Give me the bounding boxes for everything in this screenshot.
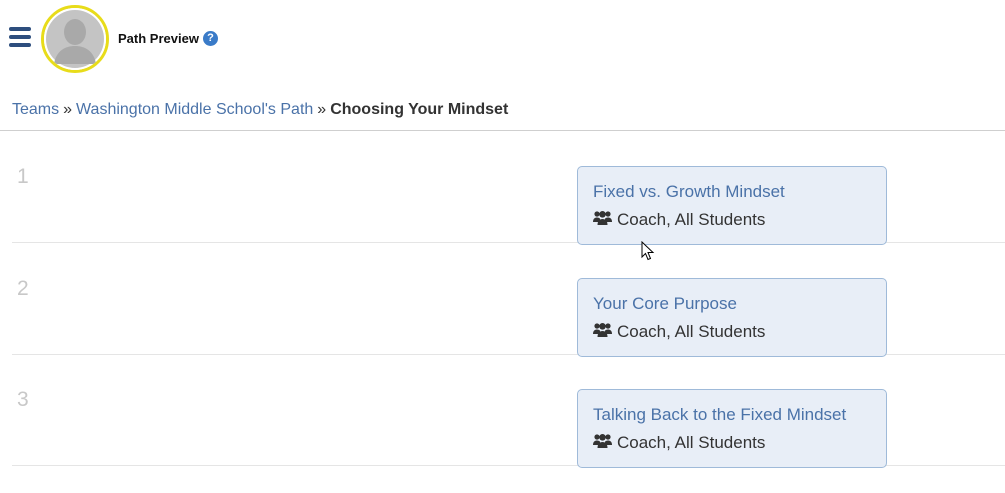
step-audience-text: Coach, All Students [617,433,766,452]
step-title-link[interactable]: Your Core Purpose [593,294,871,314]
breadcrumb: Teams» Washington Middle School's Path» Ch… [12,101,508,119]
users-icon [593,433,612,453]
breadcrumb-link-path[interactable]: Washington Middle School's Path [76,101,313,118]
step-card-fixed-vs-growth[interactable]: Fixed vs. Growth Mindset Coach, All Stud… [577,166,887,245]
users-icon [593,210,612,230]
step-audience: Coach, All Students [593,322,871,342]
step-number: 1 [17,165,29,188]
step-audience: Coach, All Students [593,433,871,453]
user-silhouette-icon [44,8,106,70]
step-row: 1 Fixed vs. Growth Mindset Coach, All St… [12,131,1005,245]
step-number: 2 [17,277,29,300]
step-row: 2 Your Core Purpose Coach, All Students [12,243,1005,357]
step-audience-text: Coach, All Students [617,322,766,341]
step-audience-text: Coach, All Students [617,210,766,229]
users-icon [593,322,612,342]
step-number: 3 [17,388,29,411]
page-title-text: Path Preview [118,31,199,46]
breadcrumb-link-teams[interactable]: Teams [12,101,59,118]
avatar[interactable] [41,5,109,73]
page-title: Path Preview ? [118,31,218,46]
hamburger-menu-icon[interactable] [9,27,31,47]
mouse-cursor-icon [641,240,655,266]
breadcrumb-separator: » [317,101,327,118]
breadcrumb-current: Choosing Your Mindset [330,101,509,118]
step-audience: Coach, All Students [593,210,871,230]
step-card-talking-back[interactable]: Talking Back to the Fixed Mindset Coach,… [577,389,887,468]
step-card-core-purpose[interactable]: Your Core Purpose Coach, All Students [577,278,887,357]
step-title-link[interactable]: Talking Back to the Fixed Mindset [593,405,871,425]
breadcrumb-separator: » [63,101,73,118]
step-title-link[interactable]: Fixed vs. Growth Mindset [593,182,871,202]
app-header: Path Preview ? [0,0,1005,80]
help-icon[interactable]: ? [202,31,218,46]
step-row: 3 Talking Back to the Fixed Mindset Coac… [12,354,1005,468]
